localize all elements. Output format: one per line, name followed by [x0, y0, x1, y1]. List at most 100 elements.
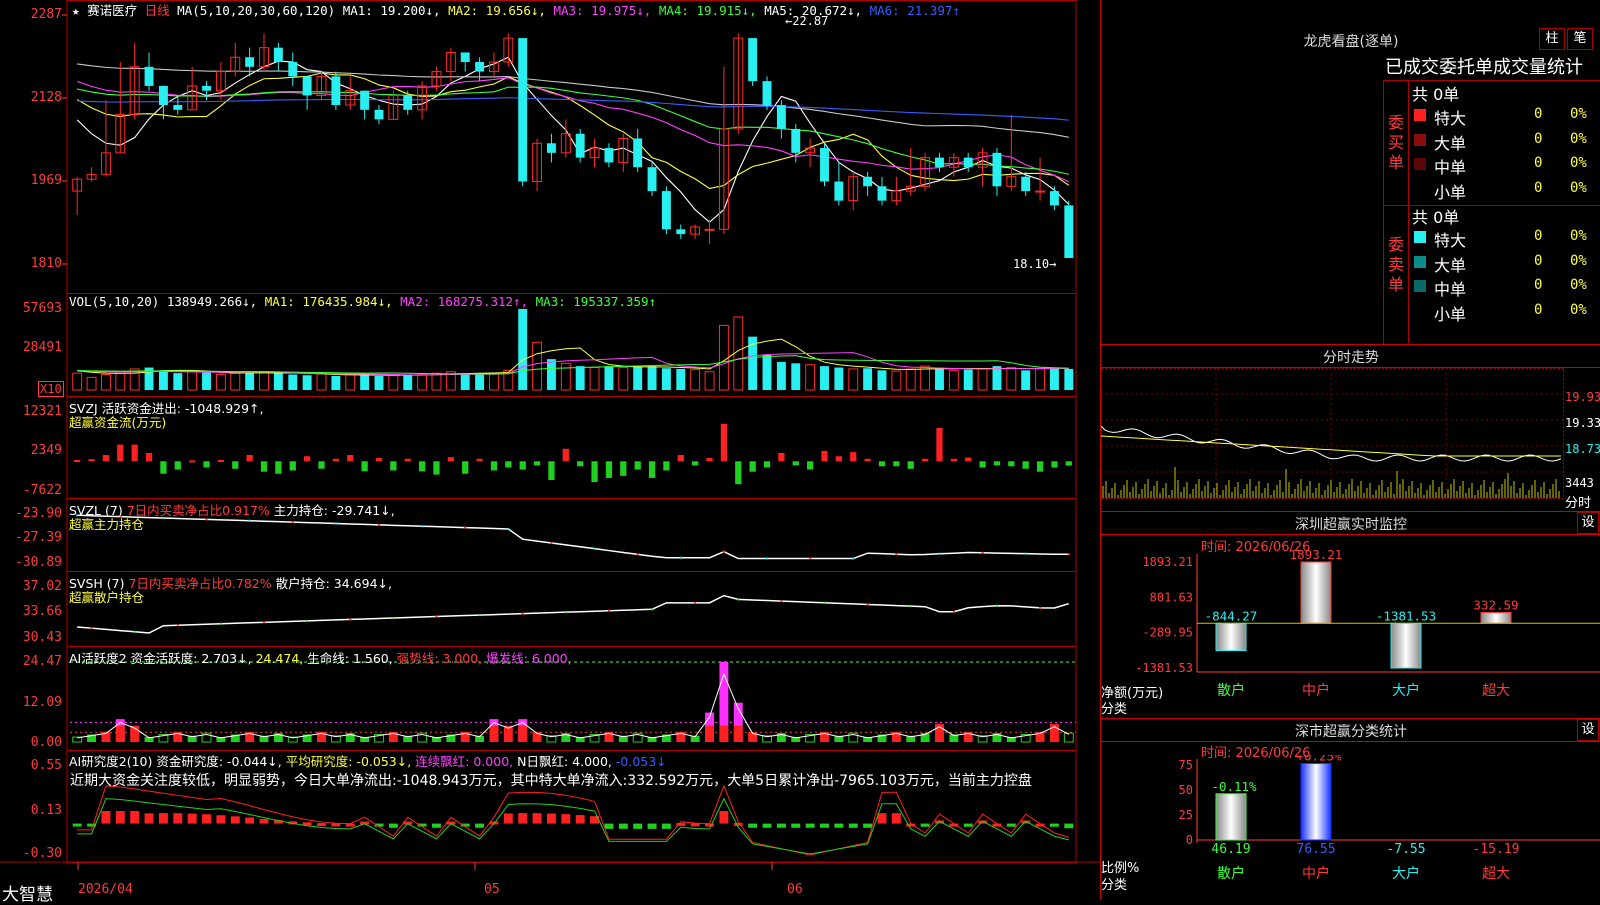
ai2-n: N日飘红: 4.000,	[517, 754, 612, 769]
candle-body-down	[661, 191, 671, 230]
ai2-ytick: 0.55	[30, 758, 62, 773]
candle-body-down	[403, 95, 413, 110]
fund-flow-bar	[807, 461, 814, 470]
volume-bar-down	[575, 366, 585, 390]
fund-flow-bar	[763, 461, 771, 468]
candle-body-down	[331, 76, 341, 106]
volume-bar-down	[273, 373, 283, 390]
research-bar	[130, 811, 140, 824]
vol-ma2: MA2: 168275.312↑,	[400, 294, 529, 309]
volume-bar-up	[920, 365, 931, 391]
research-bar	[158, 813, 168, 824]
holding-dot	[507, 527, 510, 530]
period-label[interactable]: 日线	[145, 3, 170, 18]
holding-dot	[1067, 553, 1070, 556]
ai1-life: 生命线: 1.560,	[307, 651, 393, 666]
svzl-ytick: -27.39	[15, 530, 62, 545]
monitor-bar	[1215, 622, 1247, 652]
ai2-note: 近期大资金关注度较低，明显弱势，今日大单净流出:-1048.943万元，其中特大…	[70, 773, 1032, 789]
holding-dot	[593, 547, 596, 550]
fund-flow-bar	[692, 461, 699, 466]
order-row-percent: 0%	[1570, 179, 1587, 196]
ai2-title: AI研究度2(10) 资金研究度: -0.044↓,	[69, 754, 282, 769]
holding-dot	[909, 605, 912, 608]
volume-bar-up	[230, 372, 241, 391]
vol-ma3: MA3: 195337.359↑	[535, 294, 657, 309]
research-bar	[848, 823, 858, 828]
sz-class-settings-button[interactable]: 设	[1577, 719, 1599, 741]
svzj-ytick: 2349	[30, 443, 62, 458]
ma6-value: MA6: 21.397↑	[869, 3, 960, 18]
candle-body-down	[834, 181, 844, 201]
order-row-value: 0	[1534, 301, 1543, 318]
monitor-category: 大户	[1392, 682, 1420, 699]
volume-header: VOL(5,10,20) 138949.266↓, MA1: 176435.98…	[69, 294, 656, 309]
svzl-hold: 主力持仓: -29.741↓,	[273, 503, 395, 518]
fund-flow-bar	[318, 461, 325, 469]
volume-bar-up	[417, 374, 428, 391]
fund-flow-bar	[821, 450, 828, 462]
candle-body-down	[158, 85, 168, 106]
fund-flow-bar	[648, 461, 656, 478]
ma2-line	[76, 72, 1070, 190]
class-bar	[1300, 762, 1332, 841]
fund-flow-bar	[433, 461, 440, 475]
monitor-ytick: -1381.53	[1135, 661, 1193, 675]
volume-bar-up	[848, 368, 859, 391]
order-row-label: 小单	[1434, 182, 1467, 202]
holding-dot	[694, 601, 697, 604]
candle-body-down	[575, 133, 585, 158]
fund-flow-bar	[117, 444, 124, 462]
candle-body-down	[647, 167, 657, 192]
candle-body-down	[776, 105, 786, 129]
fund-flow-bar	[505, 461, 512, 468]
fund-flow-bar	[102, 455, 110, 462]
candle-body-down	[935, 157, 944, 168]
vol-unit: X10	[38, 381, 64, 397]
holding-dot	[636, 553, 639, 556]
fund-flow-bar	[332, 458, 339, 462]
holding-dot	[866, 603, 869, 606]
volume-bar-up	[718, 324, 729, 391]
order-row-value: 0	[1534, 155, 1543, 171]
stock-name[interactable]: 赛诺医疗	[87, 3, 137, 18]
fund-flow-bar	[131, 444, 138, 462]
research-bar	[1006, 823, 1016, 827]
holding-dot	[291, 521, 294, 524]
research-line-green	[77, 797, 1069, 855]
research-bar	[518, 813, 528, 824]
legend-swatch	[1414, 158, 1426, 170]
main-chart-area[interactable]: ★ 赛诺医疗 日线 MA(5,10,20,30,60,120) MA1: 19.…	[0, 0, 1100, 905]
class-bar-top-label: +0.25%	[1296, 755, 1342, 763]
ai2-ytick: -0.30	[22, 846, 62, 861]
candle-body-down	[633, 138, 643, 168]
holding-dot	[780, 600, 783, 603]
candle-body-down	[1049, 191, 1059, 206]
holding-dot	[478, 614, 481, 617]
fund-flow-bar	[878, 461, 886, 467]
candle-body-down	[992, 152, 1002, 187]
ai1-v2: 24.474,	[255, 651, 304, 666]
right-panel: 龙虎看盘(逐单) 柱 笔 已成交委托单成交量统计 委买单 共 0单 特大 0 0% 大…	[1100, 0, 1600, 900]
volume-ma-line	[77, 338, 1069, 376]
research-bar	[690, 823, 700, 827]
research-bar	[546, 813, 556, 824]
research-bar	[503, 813, 513, 824]
holding-dot	[809, 557, 812, 560]
class-category: 中户	[1302, 865, 1330, 882]
bi-button[interactable]: 笔	[1567, 28, 1593, 50]
fenshi-chart[interactable]	[1101, 368, 1600, 510]
volume-bar-down	[173, 373, 183, 390]
holding-dot	[521, 612, 524, 615]
fund-flow-bar	[404, 458, 411, 462]
fund-flow-bar	[246, 455, 253, 462]
zhu-button[interactable]: 柱	[1539, 28, 1565, 50]
order-row-percent: 0%	[1570, 252, 1587, 269]
volume-bar-down	[475, 373, 485, 390]
research-line-red	[77, 784, 1069, 856]
candle-body-up	[1035, 190, 1046, 193]
holding-dot	[219, 622, 222, 625]
fund-flow-bar	[979, 461, 986, 468]
sz-monitor-settings-button[interactable]: 设	[1577, 512, 1599, 534]
holding-dot	[377, 523, 380, 526]
